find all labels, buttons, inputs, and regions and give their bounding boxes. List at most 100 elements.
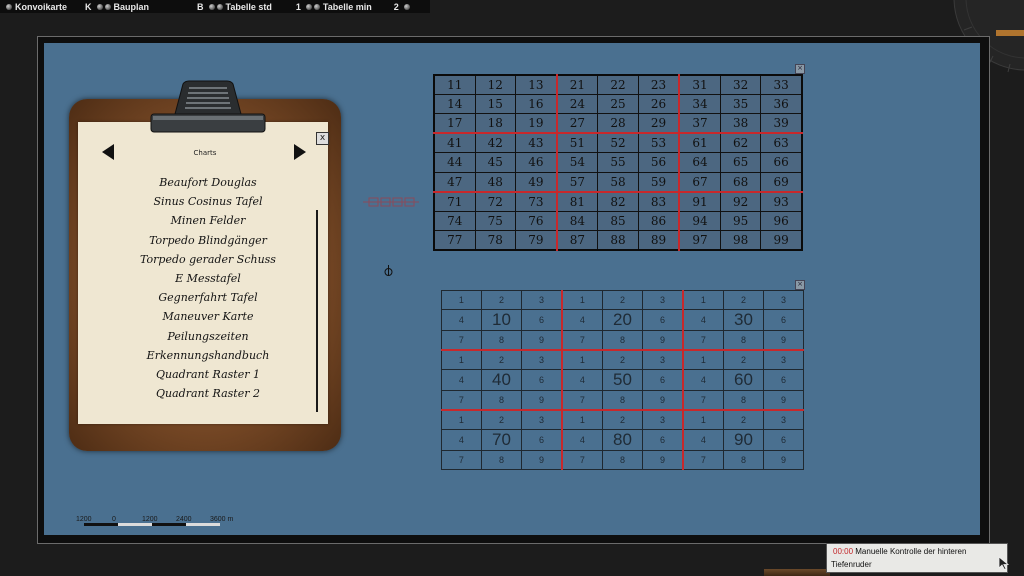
grid-cell[interactable]: 4 [682, 369, 724, 391]
grid-cell[interactable]: 26 [637, 94, 681, 115]
chart-item-torpedo-gerader-schuss[interactable]: Torpedo gerader Schuss [118, 250, 298, 269]
grid-cell[interactable]: 14 [433, 94, 476, 115]
grid-cell[interactable]: 74 [433, 210, 476, 231]
grid-cell[interactable]: 78 [474, 229, 517, 251]
grid-cell[interactable]: 55 [597, 152, 639, 173]
grid-cell[interactable]: 33 [760, 74, 803, 96]
grid-cell[interactable]: 47 [433, 171, 476, 193]
grid-cell[interactable]: 4 [441, 429, 482, 451]
grid-cell[interactable]: 80 [601, 429, 644, 451]
chart-item-quadrant-raster-2[interactable]: Quadrant Raster 2 [118, 384, 298, 403]
grid-cell[interactable]: 1 [441, 349, 482, 370]
grid-cell[interactable]: 66 [760, 152, 803, 173]
grid-cell[interactable]: 10 [480, 309, 523, 331]
grid-cell[interactable]: 9 [763, 450, 804, 470]
grid-cell[interactable]: 92 [719, 191, 762, 212]
grid-cell[interactable]: 3 [642, 290, 684, 310]
grid-cell[interactable]: 24 [556, 94, 599, 115]
grid-cell[interactable]: 99 [760, 229, 803, 251]
grid-cell[interactable]: 2 [480, 409, 523, 430]
grid-cell[interactable]: 56 [637, 152, 681, 173]
grid-cell[interactable]: 30 [722, 309, 765, 331]
grid-cell[interactable]: 4 [441, 369, 482, 391]
grid-cell[interactable]: 95 [719, 210, 762, 231]
grid-cell[interactable]: 2 [601, 290, 644, 310]
grid-cell[interactable]: 68 [719, 171, 762, 193]
grid-cell[interactable]: 6 [763, 369, 804, 391]
next-chart-button[interactable] [294, 144, 306, 160]
grid-cell[interactable]: 82 [597, 191, 639, 212]
grid-cell[interactable]: 3 [642, 349, 684, 370]
grid-cell[interactable]: 3 [763, 349, 804, 370]
grid-cell[interactable]: 1 [682, 349, 724, 370]
grid-cell[interactable]: 41 [433, 132, 476, 154]
grid-cell[interactable]: 1 [561, 349, 603, 370]
grid-cell[interactable]: 94 [678, 210, 721, 231]
grid-cell[interactable]: 65 [719, 152, 762, 173]
grid-cell[interactable]: 36 [760, 94, 803, 115]
grid-cell[interactable]: 76 [515, 210, 558, 231]
grid-cell[interactable]: 97 [678, 229, 721, 251]
grid-cell[interactable]: 8 [480, 330, 523, 351]
clipboard-close-button[interactable]: x [316, 132, 329, 145]
grid-cell[interactable]: 75 [474, 210, 517, 231]
chart-item-erkennungshandbuch[interactable]: Erkennungshandbuch [118, 346, 298, 365]
grid-cell[interactable]: 62 [719, 132, 762, 154]
chart-item-minen-felder[interactable]: Minen Felder [118, 211, 298, 230]
grid-cell[interactable]: 40 [480, 369, 523, 391]
grid-cell[interactable]: 3 [763, 290, 804, 310]
grid-cell[interactable]: 35 [719, 94, 762, 115]
grid-cell[interactable]: 88 [597, 229, 639, 251]
grid-cell[interactable]: 4 [561, 309, 603, 331]
grid-cell[interactable]: 7 [561, 330, 603, 351]
submarine-position-icon[interactable] [383, 265, 394, 278]
grid-cell[interactable]: 91 [678, 191, 721, 212]
grid-cell[interactable]: 9 [642, 390, 684, 411]
grid-cell[interactable]: 32 [719, 74, 762, 96]
grid-cell[interactable]: 8 [722, 330, 765, 351]
grid-cell[interactable]: 59 [637, 171, 681, 193]
grid-cell[interactable]: 3 [642, 409, 684, 430]
grid-cell[interactable]: 1 [682, 290, 724, 310]
grid-cell[interactable]: 8 [601, 450, 644, 470]
grid-min-close-button[interactable]: × [795, 280, 805, 290]
grid-std-close-button[interactable]: × [795, 64, 805, 74]
grid-cell[interactable]: 7 [441, 330, 482, 351]
grid-cell[interactable]: 3 [521, 349, 563, 370]
convoy-chain-icon[interactable] [363, 196, 419, 208]
grid-cell[interactable]: 4 [561, 429, 603, 451]
toolbar-item-konvoikarte[interactable]: Konvoikarte K [3, 0, 94, 13]
grid-cell[interactable]: 84 [556, 210, 599, 231]
grid-cell[interactable]: 48 [474, 171, 517, 193]
chart-item-quadrant-raster-1[interactable]: Quadrant Raster 1 [118, 365, 298, 384]
grid-cell[interactable]: 7 [561, 390, 603, 411]
grid-cell[interactable]: 4 [682, 309, 724, 331]
grid-cell[interactable]: 57 [556, 171, 599, 193]
grid-cell[interactable]: 7 [441, 450, 482, 470]
grid-cell[interactable]: 53 [637, 132, 681, 154]
grid-cell[interactable]: 2 [722, 349, 765, 370]
grid-cell[interactable]: 44 [433, 152, 476, 173]
grid-cell[interactable]: 67 [678, 171, 721, 193]
grid-cell[interactable]: 7 [441, 390, 482, 411]
grid-cell[interactable]: 7 [561, 450, 603, 470]
grid-cell[interactable]: 6 [521, 369, 563, 391]
chart-item-torpedo-blindganger[interactable]: Torpedo Blindgänger [118, 231, 298, 250]
grid-cell[interactable]: 93 [760, 191, 803, 212]
grid-cell[interactable]: 21 [556, 74, 599, 96]
grid-cell[interactable]: 2 [722, 290, 765, 310]
grid-cell[interactable]: 11 [433, 74, 476, 96]
grid-cell[interactable]: 6 [763, 429, 804, 451]
grid-cell[interactable]: 34 [678, 94, 721, 115]
chart-list-scrollbar[interactable] [316, 210, 318, 412]
grid-cell[interactable]: 9 [763, 390, 804, 411]
grid-cell[interactable]: 19 [515, 113, 558, 135]
grid-cell[interactable]: 13 [515, 74, 558, 96]
grid-cell[interactable]: 8 [722, 450, 765, 470]
grid-cell[interactable]: 3 [521, 409, 563, 430]
grid-cell[interactable]: 16 [515, 94, 558, 115]
grid-cell[interactable]: 9 [521, 450, 563, 470]
grid-cell[interactable]: 2 [722, 409, 765, 430]
grid-cell[interactable]: 23 [637, 74, 681, 96]
grid-cell[interactable]: 20 [601, 309, 644, 331]
